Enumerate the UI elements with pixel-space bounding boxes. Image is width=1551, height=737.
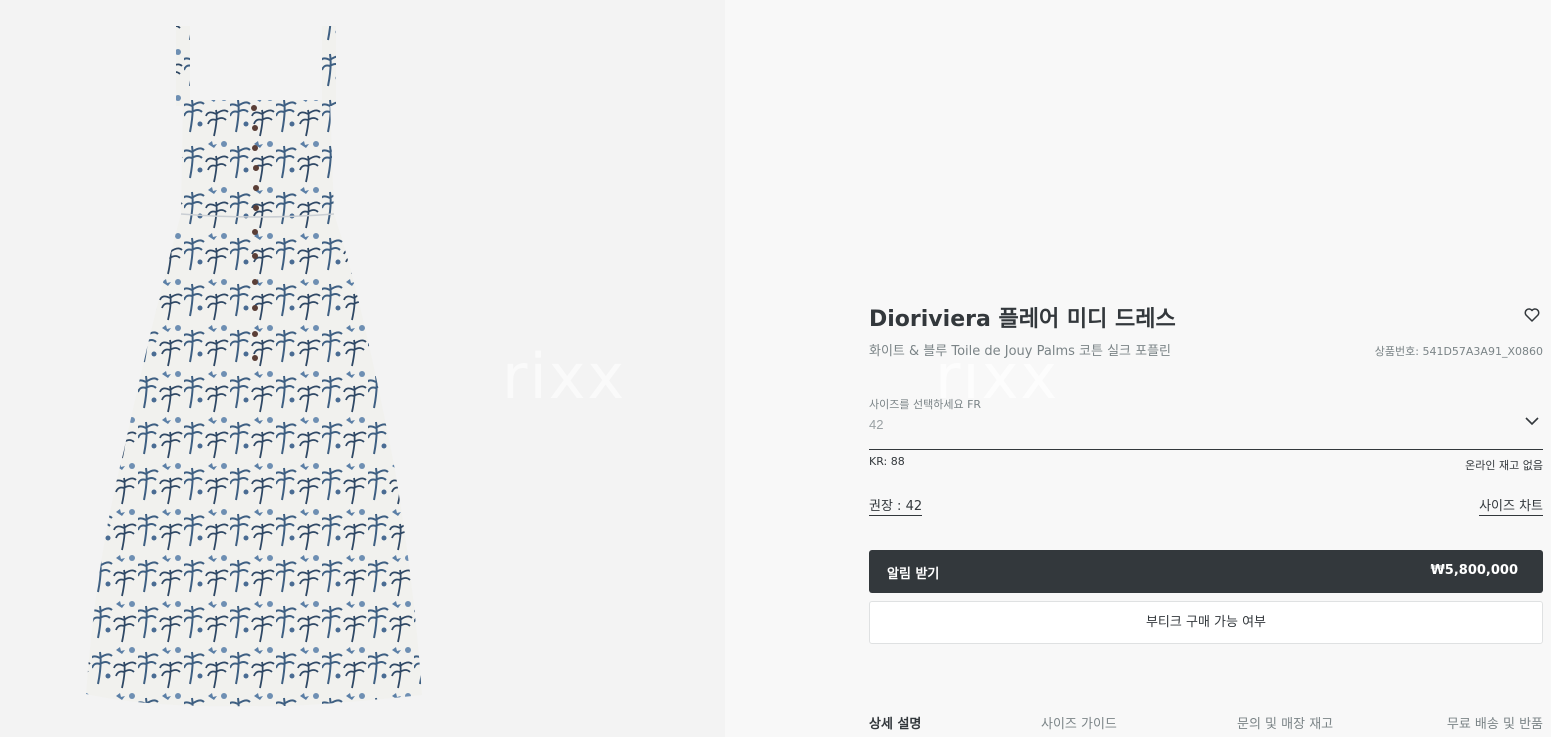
notify-button-label: 알림 받기	[887, 567, 940, 582]
tab-description[interactable]: 상세 설명	[869, 713, 921, 732]
product-detail-tabs: 상세 설명 사이즈 가이드 문의 및 매장 재고 무료 배송 및 반품	[869, 713, 1543, 733]
watermark: rixx	[502, 340, 627, 413]
notify-me-button[interactable]: 알림 받기 ₩5,800,000	[869, 550, 1543, 593]
tab-shipping-returns[interactable]: 무료 배송 및 반품	[1447, 713, 1543, 732]
stock-status: 온라인 재고 없음	[1465, 459, 1543, 472]
chevron-down-icon	[1525, 413, 1539, 426]
heart-outline-icon[interactable]	[1523, 306, 1541, 324]
boutique-availability-button[interactable]: 부티크 구매 가능 여부	[869, 601, 1543, 644]
product-price: ₩5,800,000	[1430, 563, 1518, 578]
product-sku: 상품번호: 541D57A3A91_X0860	[1374, 345, 1543, 358]
recommended-size-link[interactable]: 권장 : 42	[869, 495, 923, 516]
tab-size-guide[interactable]: 사이즈 가이드	[1041, 713, 1117, 732]
kr-size-equivalent: KR: 88	[869, 455, 905, 468]
product-subtitle: 화이트 & 블루 Toile de Jouy Palms 코튼 실크 포플린	[869, 344, 1171, 359]
product-info-panel: Dioriviera 플레어 미디 드레스 화이트 & 블루 Toile de …	[869, 0, 1543, 737]
tab-inquiry-stock[interactable]: 문의 및 매장 재고	[1237, 713, 1333, 732]
size-dropdown[interactable]: 사이즈를 선택하세요 FR 42	[869, 394, 1543, 450]
size-dropdown-label: 사이즈를 선택하세요 FR	[869, 398, 982, 411]
size-dropdown-value: 42	[869, 417, 884, 432]
product-image-gallery[interactable]: rixx	[0, 0, 725, 737]
size-chart-link[interactable]: 사이즈 차트	[1479, 495, 1543, 516]
product-title: Dioriviera 플레어 미디 드레스	[869, 307, 1176, 332]
